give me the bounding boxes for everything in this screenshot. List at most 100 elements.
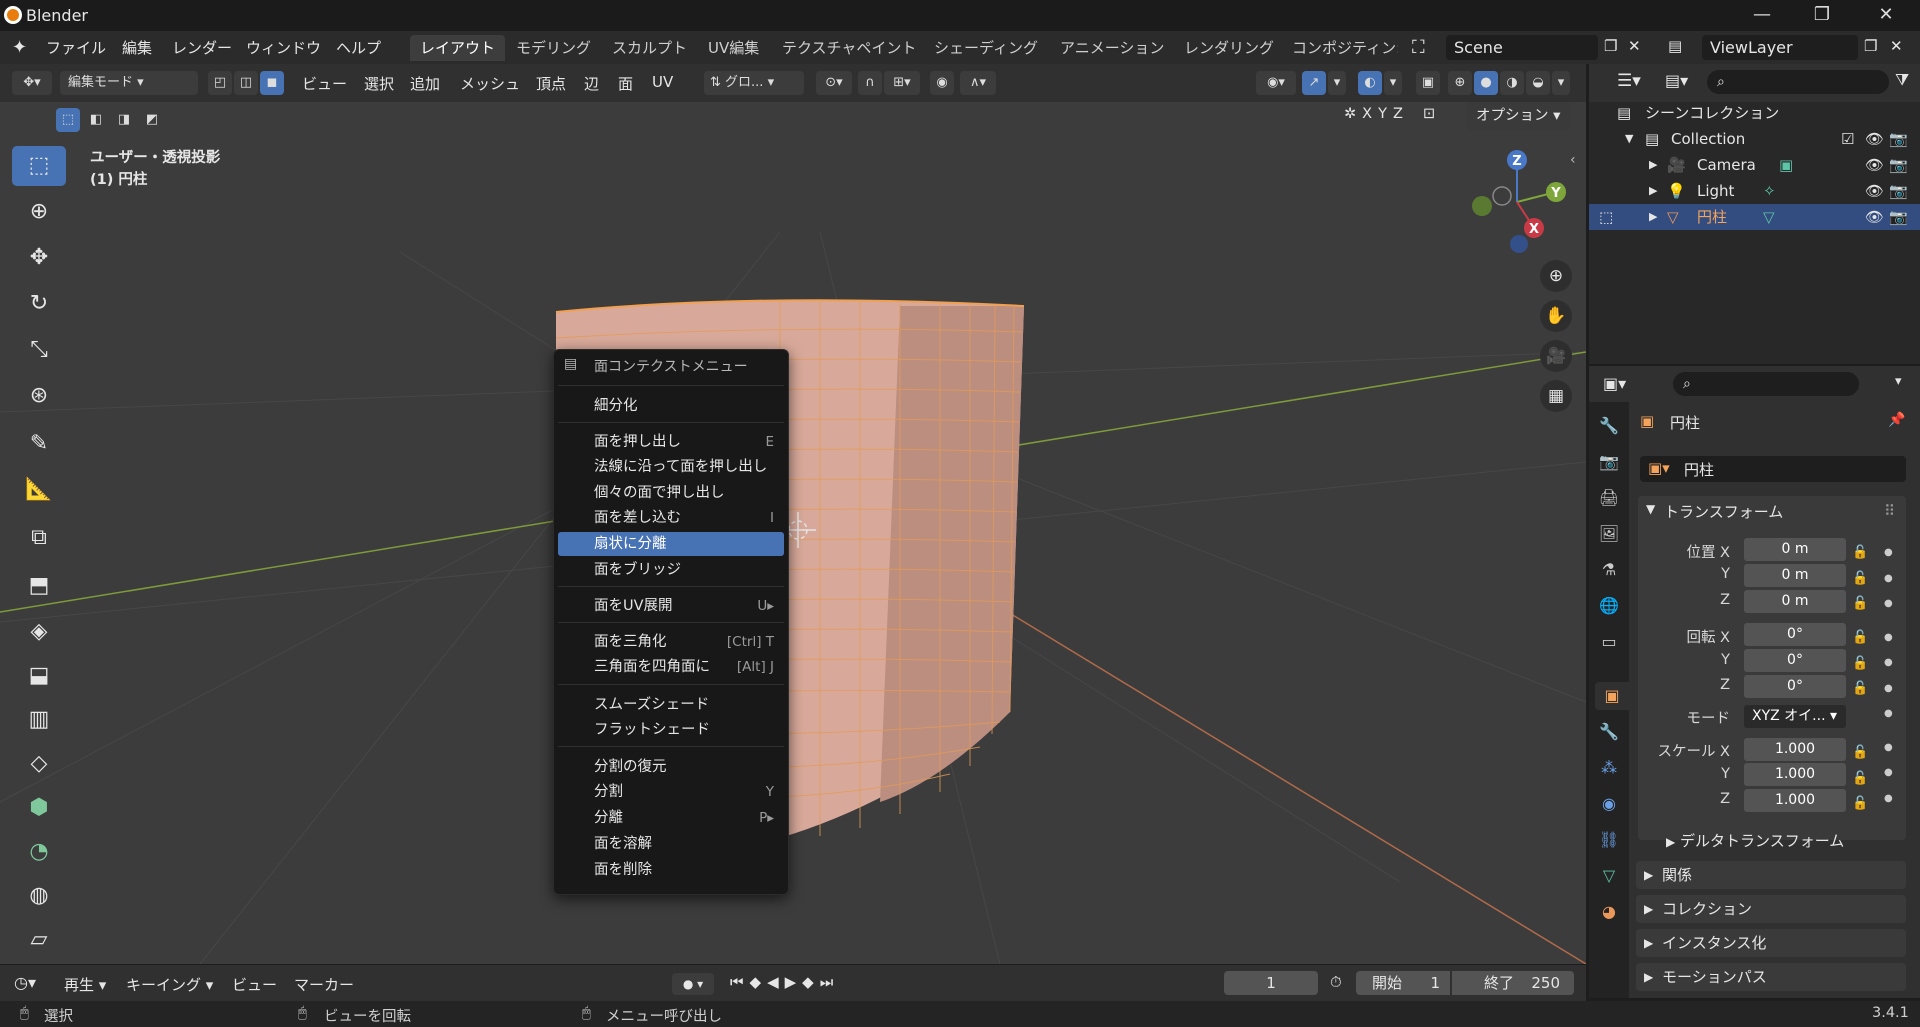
filter-icon[interactable]: ⧩ (1895, 70, 1909, 90)
rotate-tool-icon[interactable]: ↻ (12, 284, 66, 324)
scale-tool-icon[interactable]: ⤡ (12, 330, 66, 370)
xray-toggle-icon[interactable]: ▣ (1416, 71, 1440, 95)
editor-type-icon[interactable]: ✥▾ (12, 71, 52, 95)
mirror-z-toggle[interactable]: Z (1393, 106, 1403, 122)
menu-item-subdivide[interactable]: 細分化 (558, 394, 784, 418)
collection-tab-icon[interactable]: ▭ (1595, 628, 1623, 656)
playback-menu[interactable]: 再生 ▾ (64, 974, 106, 995)
timeline-editor-icon[interactable]: ◷▾ (14, 973, 36, 992)
stopwatch-icon[interactable]: ⏱ (1330, 973, 1342, 991)
keyframe-icon[interactable]: ● (1884, 760, 1893, 786)
menu-item-triangulate[interactable]: 面を三角化 [Ctrl] T (558, 630, 784, 654)
menu-item-restore-split[interactable]: 分割の復元 (558, 755, 784, 779)
shear-tool-icon[interactable]: ▱ (12, 920, 66, 960)
rotation-mode-dropdown[interactable]: XYZ オイ... ▾ (1744, 705, 1846, 728)
expand-arrow-icon[interactable]: ▶ (1649, 178, 1657, 204)
gizmo-dropdown-icon[interactable]: ▾ (1328, 71, 1346, 95)
location-y-field[interactable]: 0 m (1744, 564, 1846, 587)
object-type-icon[interactable]: ▣▾ (1648, 459, 1670, 477)
tab-modeling[interactable]: モデリング (506, 35, 601, 61)
display-mode-icon[interactable]: ▤▾ (1665, 71, 1688, 90)
light-data-icon[interactable]: ✧ (1763, 178, 1776, 204)
material-tab-icon[interactable]: ◕ (1595, 898, 1623, 926)
edge-select-icon[interactable]: ◫ (234, 71, 258, 95)
play-icon[interactable]: ▶ (785, 973, 797, 991)
menu-face[interactable]: 面 (618, 73, 633, 94)
inset-tool-icon[interactable]: ◈ (12, 612, 66, 652)
solid-shading-icon[interactable]: ● (1474, 71, 1498, 95)
scene-tab-icon[interactable]: ⚗ (1595, 556, 1623, 584)
pivot-point-icon[interactable]: ⊙▾ (816, 71, 852, 95)
timeline-view-menu[interactable]: ビュー (232, 974, 277, 995)
navigation-gizmo[interactable]: Z Y X (1460, 146, 1570, 256)
camera-render-icon[interactable]: 📷 (1889, 152, 1908, 178)
jump-start-icon[interactable]: ⏮ (730, 973, 744, 991)
outliner-item-camera[interactable]: ▶ 🎥 Camera ▣ 👁 📷 (1589, 152, 1920, 178)
current-frame-field[interactable]: 1 (1224, 971, 1318, 995)
overlay-toggle-icon[interactable]: ◐ (1358, 71, 1382, 95)
tab-sculpt[interactable]: スカルプト (602, 35, 697, 61)
menu-help[interactable]: ヘルプ (336, 37, 381, 58)
motion-paths-section[interactable]: ▶ モーションパス (1636, 963, 1906, 991)
expand-arrow-icon[interactable]: ▶ (1649, 204, 1657, 230)
menu-edge[interactable]: 辺 (584, 73, 599, 94)
collection-checkbox[interactable]: ☑ (1841, 126, 1854, 152)
lock-icon[interactable]: 🔓 (1852, 791, 1868, 817)
camera-view-icon[interactable]: 🎥 (1540, 340, 1572, 372)
rotation-x-field[interactable]: 0° (1744, 623, 1846, 646)
keyframe-icon[interactable]: ● (1884, 786, 1893, 812)
maximize-button[interactable]: ❐ (1802, 2, 1842, 28)
move-tool-icon[interactable]: ✥ (12, 238, 66, 278)
shading-dropdown-icon[interactable]: ▾ (1552, 71, 1570, 95)
snap-target-icon[interactable]: ⊞▾ (884, 71, 920, 95)
select-subtract-icon[interactable]: ◨ (112, 108, 136, 132)
mesh-data-icon[interactable]: ▽ (1763, 204, 1775, 230)
rotation-z-field[interactable]: 0° (1744, 675, 1846, 698)
keyframe-icon[interactable]: ● (1884, 676, 1893, 702)
perspective-toggle-icon[interactable]: ▦ (1540, 380, 1572, 412)
data-tab-icon[interactable]: ▽ (1595, 862, 1623, 890)
zoom-icon[interactable]: ⊕ (1540, 260, 1572, 292)
menu-mesh[interactable]: メッシュ (460, 73, 520, 94)
bevel-tool-icon[interactable]: ⬓ (12, 656, 66, 696)
constraints-tab-icon[interactable]: ⛓ (1595, 826, 1623, 854)
keying-menu[interactable]: キーイング ▾ (126, 974, 213, 995)
expand-arrow-icon[interactable]: ▶ (1649, 152, 1657, 178)
visibility-icon[interactable]: ◉▾ (1256, 71, 1296, 95)
keyframe-icon[interactable]: ● (1884, 650, 1893, 676)
rotation-y-field[interactable]: 0° (1744, 649, 1846, 672)
smooth-tool-icon[interactable]: ◍ (12, 876, 66, 916)
measure-tool-icon[interactable]: 📐 (12, 470, 66, 510)
menu-add[interactable]: 追加 (410, 73, 440, 94)
properties-options-icon[interactable]: ▾ (1895, 374, 1902, 389)
tab-texture-paint[interactable]: テクスチャペイント (772, 35, 926, 61)
tab-uv-editing[interactable]: UV編集 (698, 35, 769, 61)
menu-item-extrude-along-normals[interactable]: 法線に沿って面を押し出し (558, 455, 784, 479)
overlay-dropdown-icon[interactable]: ▾ (1384, 71, 1402, 95)
menu-select[interactable]: 選択 (364, 73, 394, 94)
light-render-icon[interactable]: 📷 (1889, 178, 1908, 204)
lock-icon[interactable]: 🔓 (1852, 676, 1868, 702)
output-tab-icon[interactable]: 🖨 (1595, 484, 1623, 512)
menu-item-delete-faces[interactable]: 面を削除 (558, 858, 784, 882)
falloff-icon[interactable]: ∧▾ (960, 71, 996, 95)
camera-eye-icon[interactable]: 👁 (1865, 152, 1884, 178)
object-name-field[interactable]: ▣▾ 円柱 (1640, 456, 1906, 482)
snap-toggle-icon[interactable]: ∩ (858, 71, 882, 95)
menu-item-tris-to-quads[interactable]: 三角面を四角面に [Alt] J (558, 655, 784, 679)
relations-section[interactable]: ▶ 関係 (1636, 861, 1906, 889)
location-z-field[interactable]: 0 m (1744, 590, 1846, 613)
select-new-icon[interactable]: ⬚ (56, 108, 80, 132)
menu-edit[interactable]: 編集 (122, 37, 152, 58)
extrude-tool-icon[interactable]: ⬒ (12, 566, 66, 606)
scale-z-field[interactable]: 1.000 (1744, 789, 1846, 812)
close-button[interactable]: ✕ (1866, 2, 1906, 28)
gizmo-toggle-icon[interactable]: ↗ (1302, 71, 1326, 95)
material-shading-icon[interactable]: ◑ (1500, 71, 1524, 95)
menu-item-extrude-individual[interactable]: 個々の面で押し出し (558, 481, 784, 505)
tool-tab-icon[interactable]: 🔧 (1595, 412, 1623, 440)
delta-transform-subsection[interactable]: ▶ デルタトランスフォーム (1666, 830, 1844, 851)
add-cube-tool-icon[interactable]: ⧉ (12, 518, 66, 558)
camera-data-icon[interactable]: ▣ (1779, 152, 1793, 178)
tab-compositing[interactable]: コンポジティン: (1282, 35, 1398, 61)
